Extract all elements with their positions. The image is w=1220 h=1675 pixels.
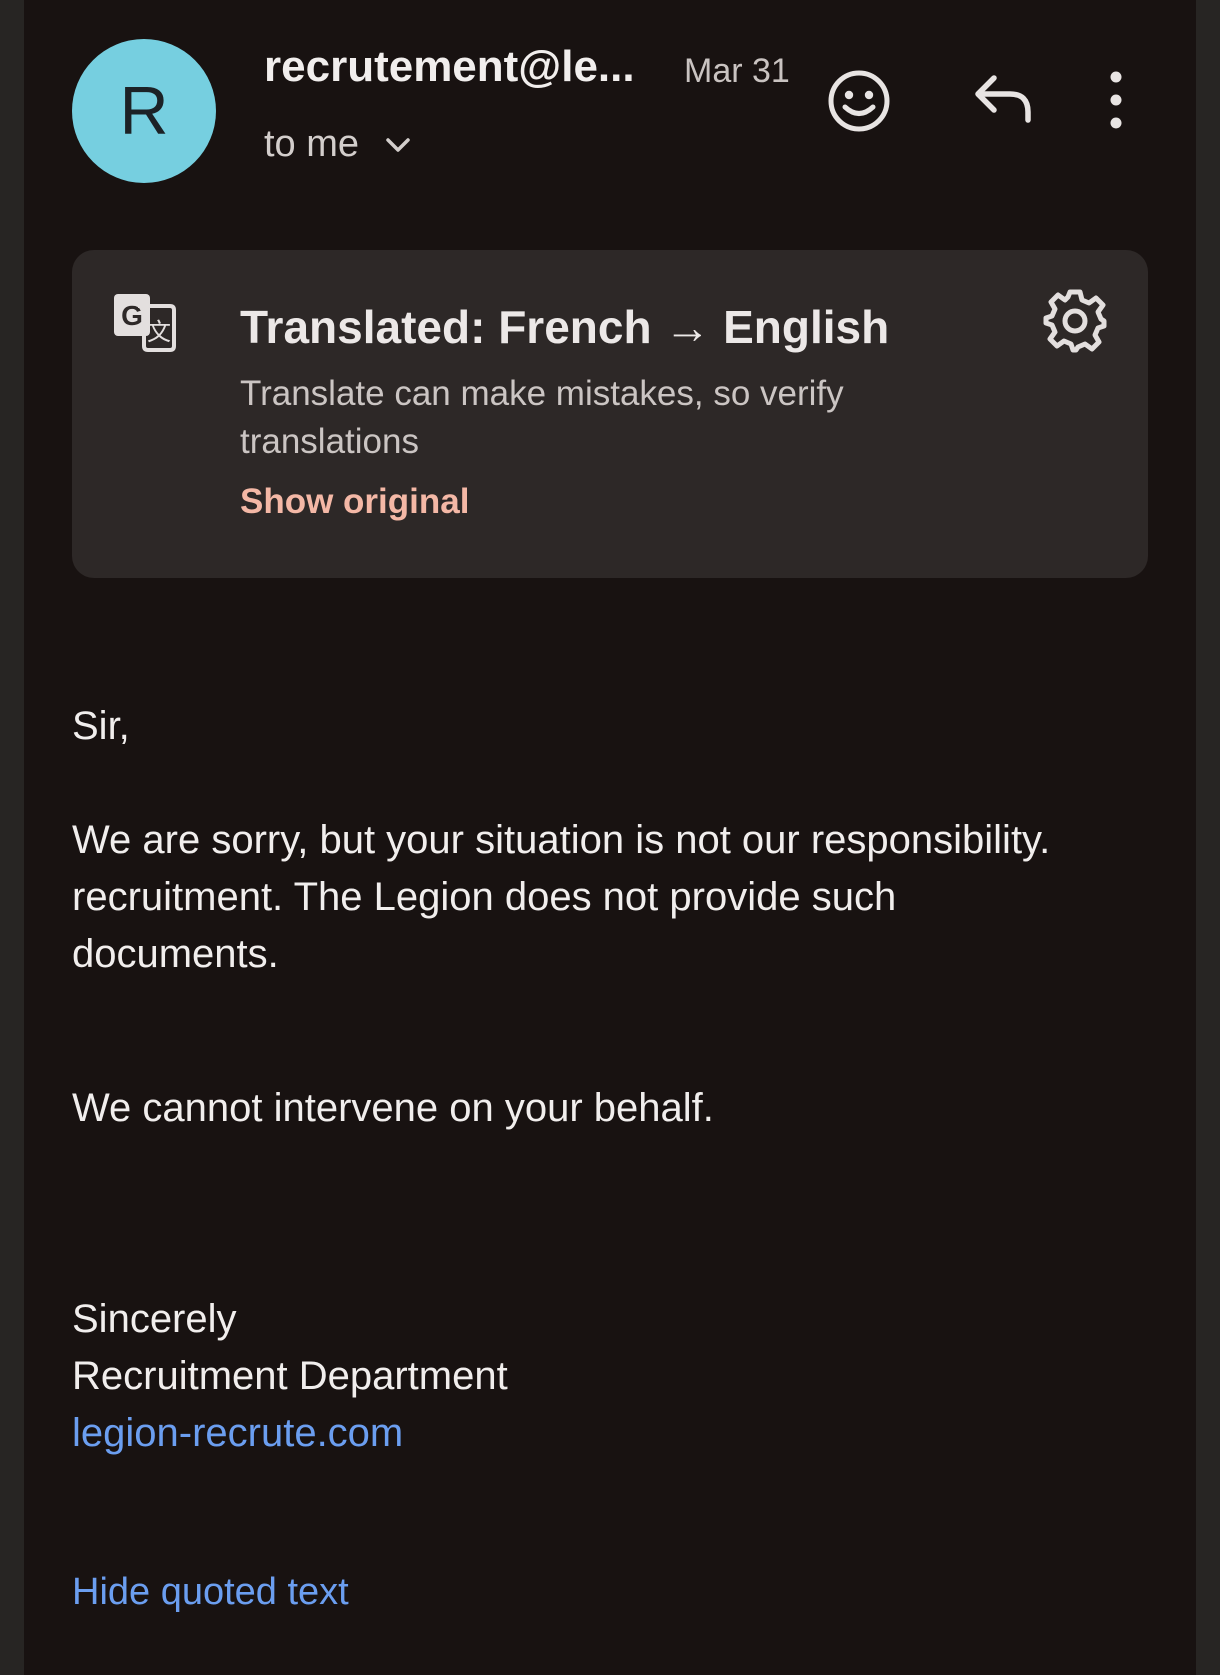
sender-address[interactable]: recrutement@le... (264, 42, 635, 92)
gear-icon[interactable] (1042, 288, 1108, 354)
chevron-down-icon (386, 137, 410, 152)
greeting: Sir, (72, 704, 130, 748)
body-line: We are sorry, but your situation is not … (72, 818, 1051, 862)
translation-disclaimer: Translate can make mistakes, so verify t… (240, 374, 844, 461)
signature-department: Recruitment Department (72, 1354, 508, 1398)
email-date: Mar 31 (684, 52, 790, 90)
signature-block: Sincerely Recruitment Department legion-… (72, 1291, 508, 1462)
email-screen: R recrutement@le... Mar 31 to me G 文 Tra… (24, 0, 1196, 1675)
body-line: recruitment. The Legion does not provide… (72, 875, 897, 976)
more-vertical-icon[interactable] (1104, 70, 1128, 130)
reply-icon[interactable] (972, 70, 1036, 126)
body-paragraph: We cannot intervene on your behalf. (72, 1086, 714, 1130)
translation-banner: G 文 Translated: French → English Transla… (72, 250, 1148, 578)
translation-title: Translated: French → English (240, 301, 890, 353)
body-paragraph: We are sorry, but your situation is not … (72, 812, 1072, 983)
translate-icon: G 文 (114, 294, 176, 352)
recipient-label: to me (264, 123, 360, 165)
show-original-link[interactable]: Show original (240, 482, 469, 522)
recipient-details-toggle[interactable]: to me (264, 123, 413, 166)
sender-avatar[interactable]: R (72, 39, 216, 183)
hide-quoted-text-link[interactable]: Hide quoted text (72, 1571, 349, 1614)
closing-text: Sincerely (72, 1297, 237, 1341)
emoji-icon[interactable] (824, 66, 894, 136)
avatar-letter: R (119, 73, 169, 149)
website-link[interactable]: legion-recrute.com (72, 1411, 403, 1455)
svg-text:文: 文 (147, 318, 171, 346)
